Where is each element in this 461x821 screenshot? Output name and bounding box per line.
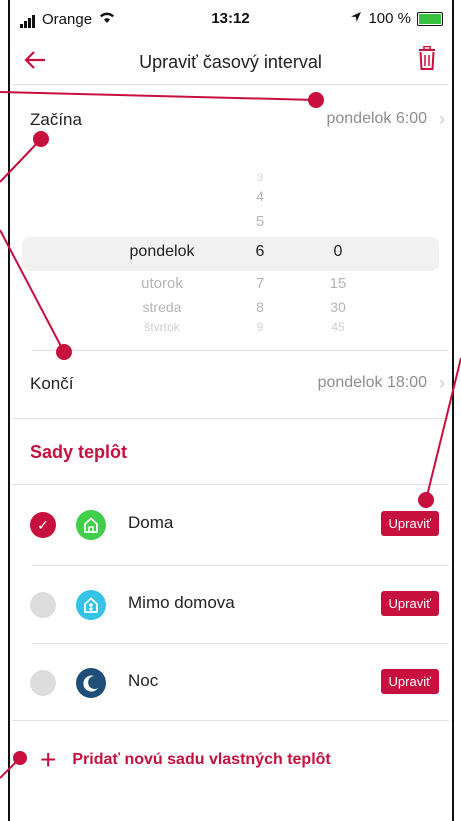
chevron-right-icon: ›	[439, 109, 445, 129]
annotation-dot	[33, 131, 49, 147]
set-name: Doma	[128, 513, 174, 532]
checked-icon[interactable]: ✓	[30, 512, 56, 538]
battery-icon	[417, 11, 443, 26]
time-picker[interactable]: pondelok utorok streda štvrtok 3 4 5 6 7…	[12, 168, 449, 338]
set-name: Noc	[128, 671, 159, 690]
status-bar: Orange 13:12 100 %	[12, 0, 449, 36]
left-border	[0, 0, 10, 821]
picker-selection-band	[22, 237, 439, 271]
day-option: pondelok	[129, 243, 195, 260]
trash-icon[interactable]	[417, 45, 437, 75]
hour-option: 7	[255, 275, 265, 292]
hour-option: 3	[256, 172, 264, 184]
minute-option: 15	[329, 275, 347, 292]
hour-option: 9	[256, 320, 264, 334]
divider	[12, 720, 449, 721]
hour-option: 5	[255, 213, 265, 230]
section-title: Sady teplôt	[30, 442, 128, 462]
end-label: Končí	[30, 374, 74, 393]
moon-icon	[76, 668, 106, 698]
minute-option: 45	[331, 320, 345, 334]
annotation-dot	[56, 344, 72, 360]
minute-option: 0	[333, 243, 343, 260]
annotation-dot	[13, 751, 27, 765]
hour-option: 6	[255, 243, 265, 260]
day-option: štvrtok	[144, 320, 180, 334]
edit-button[interactable]: Upraviť	[380, 511, 439, 536]
unchecked-icon[interactable]	[30, 670, 56, 696]
right-border	[452, 0, 461, 821]
divider	[12, 484, 449, 485]
start-value: pondelok 6:00	[326, 110, 427, 127]
add-set-label: Pridať novú sadu vlastných teplôt	[72, 751, 331, 768]
set-row-night[interactable]: Noc Upraviť	[12, 644, 449, 724]
away-icon	[76, 590, 106, 620]
add-set-button[interactable]: + Pridať novú sadu vlastných teplôt	[40, 746, 331, 774]
start-label: Začína	[30, 110, 82, 129]
home-icon	[76, 510, 106, 540]
minute-option: 30	[330, 299, 346, 315]
hour-option: 8	[256, 299, 264, 315]
page-title: Upraviť časový interval	[139, 52, 322, 72]
plus-icon: +	[40, 744, 57, 775]
battery-info: 100 %	[350, 10, 443, 27]
day-option: streda	[142, 299, 182, 315]
chevron-right-icon: ›	[439, 373, 445, 393]
edit-button[interactable]: Upraviť	[380, 669, 439, 694]
set-row-doma[interactable]: ✓ Doma Upraviť	[12, 486, 449, 566]
screen: Orange 13:12 100 % Upraviť časový interv…	[0, 0, 461, 821]
divider	[32, 350, 449, 351]
day-option: utorok	[141, 275, 183, 292]
end-value: pondelok 18:00	[317, 374, 427, 391]
set-row-away[interactable]: Mimo domova Upraviť	[12, 566, 449, 646]
edit-button[interactable]: Upraviť	[380, 591, 439, 616]
unchecked-icon[interactable]	[30, 592, 56, 618]
hour-option: 4	[256, 188, 264, 204]
battery-percent: 100 %	[368, 10, 411, 27]
annotation-dot	[308, 92, 324, 108]
divider	[12, 418, 449, 419]
set-name: Mimo domova	[128, 593, 235, 612]
nav-bar: Upraviť časový interval	[12, 38, 449, 85]
annotation-line	[0, 91, 317, 101]
location-icon	[350, 10, 362, 27]
